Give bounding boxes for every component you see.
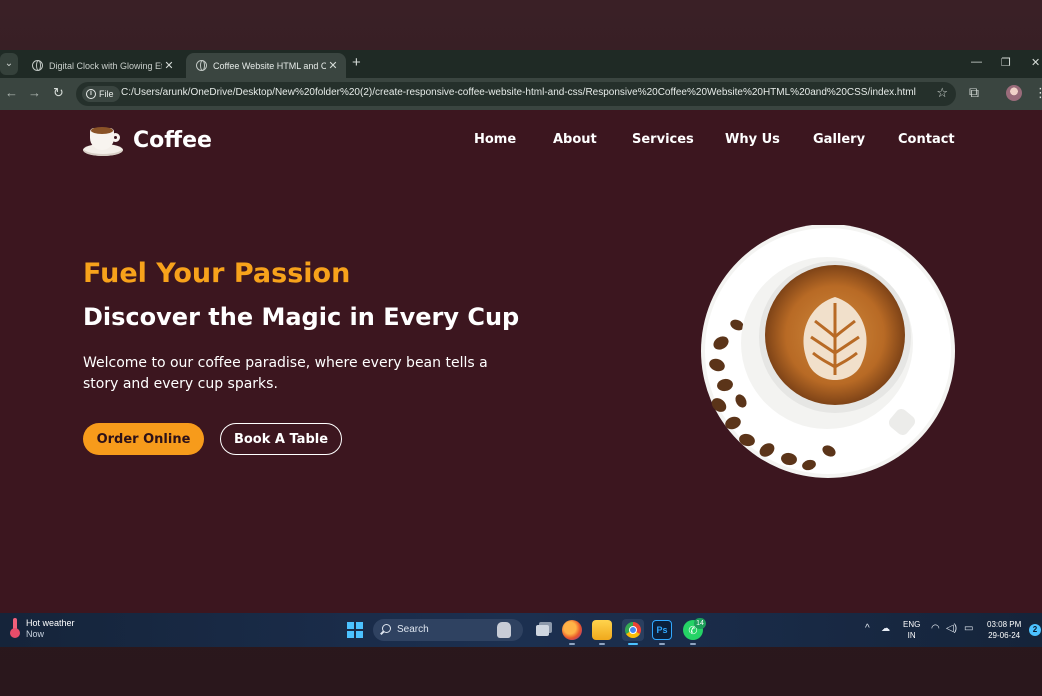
restore-button[interactable]: ❐ (1001, 56, 1011, 69)
globe-icon (196, 60, 207, 71)
file-explorer-icon[interactable] (592, 620, 612, 640)
windows-start-icon[interactable] (347, 622, 363, 638)
nav-why-us[interactable]: Why Us (725, 132, 780, 147)
brand-logo[interactable]: Coffee (83, 122, 212, 158)
nav-gallery[interactable]: Gallery (813, 132, 865, 147)
nav-about[interactable]: About (553, 132, 597, 147)
running-indicator (690, 643, 696, 645)
bookmark-star-icon[interactable]: ☆ (936, 85, 948, 101)
hero-description: Welcome to our coffee paradise, where ev… (83, 355, 488, 392)
task-view-icon[interactable] (532, 620, 552, 640)
tab-digital-clock[interactable]: Digital Clock with Glowing Effe ✕ (22, 53, 182, 78)
tab-coffee-website[interactable]: Coffee Website HTML and CSS ✕ (186, 53, 346, 78)
brand-name: Coffee (133, 127, 212, 153)
tab-search-button[interactable]: ⌄ (0, 53, 18, 75)
tray-overflow-icon[interactable]: ^ (865, 623, 870, 634)
battery-icon[interactable]: ▭ (964, 623, 973, 634)
language-indicator[interactable]: ENG IN (903, 619, 920, 641)
system-clock[interactable]: 03:08 PM 29-06-24 (987, 619, 1021, 641)
wifi-icon[interactable]: ◠ (931, 623, 940, 634)
nav-services[interactable]: Services (632, 132, 694, 147)
coffee-cup-image (701, 225, 955, 478)
region-code: IN (907, 631, 916, 640)
reload-icon[interactable]: ↻ (53, 85, 64, 101)
nav-contact[interactable]: Contact (898, 132, 955, 147)
weather-subtitle: Now (26, 629, 45, 639)
clock-time: 03:08 PM (987, 620, 1022, 629)
extensions-icon[interactable]: ⧉ (969, 84, 979, 101)
url-text[interactable]: C:/Users/arunk/OneDrive/Desktop/New%20fo… (121, 87, 921, 98)
close-icon[interactable]: ✕ (162, 59, 176, 72)
weather-title: Hot weather (26, 618, 75, 628)
order-online-button[interactable]: Order Online (83, 423, 204, 455)
chrome-icon[interactable] (622, 619, 644, 641)
language-code: ENG (903, 620, 921, 629)
tab-title: Digital Clock with Glowing Effe (49, 60, 162, 71)
profile-avatar[interactable] (1006, 85, 1022, 101)
clock-date: 29-06-24 (988, 631, 1021, 640)
active-indicator (628, 643, 638, 645)
photoshop-icon[interactable]: Ps (652, 620, 672, 640)
firefox-icon[interactable] (562, 620, 582, 640)
thermometer-icon (10, 618, 20, 638)
hero-kicker: Fuel Your Passion (83, 258, 351, 289)
weather-widget[interactable]: Hot weather Now (10, 618, 75, 640)
back-arrow-icon[interactable]: ← (5, 85, 18, 100)
notification-badge[interactable]: 2 (1029, 624, 1041, 636)
globe-icon (32, 60, 43, 71)
coffee-cup-icon (83, 122, 123, 158)
forward-arrow-icon[interactable]: → (28, 85, 41, 100)
info-icon: i (86, 89, 96, 99)
new-tab-button[interactable]: + (352, 54, 361, 71)
hero-title: Discover the Magic in Every Cup (83, 303, 520, 331)
close-window-button[interactable]: ✕ (1031, 56, 1040, 69)
windows-taskbar: Hot weather Now Search Ps ✆ 14 ^ ☁ ENG I… (0, 613, 1042, 647)
file-label: File (99, 89, 114, 99)
search-icon (382, 624, 391, 633)
volume-icon[interactable]: ◁) (946, 623, 957, 634)
tab-title: Coffee Website HTML and CSS (213, 60, 326, 71)
taskbar-search[interactable]: Search (373, 619, 523, 641)
running-indicator (569, 643, 575, 645)
minimize-button[interactable]: — (971, 56, 982, 68)
menu-kebab-icon[interactable]: ⋮ (1034, 85, 1042, 101)
close-icon[interactable]: ✕ (326, 59, 340, 72)
site-info-chip[interactable]: i File (82, 86, 120, 102)
browser-tabstrip: ⌄ Digital Clock with Glowing Effe ✕ Coff… (0, 50, 1042, 78)
address-bar[interactable]: i File C:/Users/arunk/OneDrive/Desktop/N… (76, 82, 956, 106)
book-table-button[interactable]: Book A Table (220, 423, 342, 455)
onedrive-icon[interactable]: ☁ (881, 623, 890, 634)
nav-home[interactable]: Home (474, 132, 516, 147)
running-indicator (659, 643, 665, 645)
running-indicator (599, 643, 605, 645)
whatsapp-badge: 14 (694, 618, 706, 629)
coffee-website: Coffee Home About Services Why Us Galler… (0, 110, 1042, 613)
search-label: Search (397, 624, 429, 635)
search-highlight-icon (497, 622, 511, 638)
browser-toolbar: ← → ↻ i File C:/Users/arunk/OneDrive/Des… (0, 78, 1042, 110)
